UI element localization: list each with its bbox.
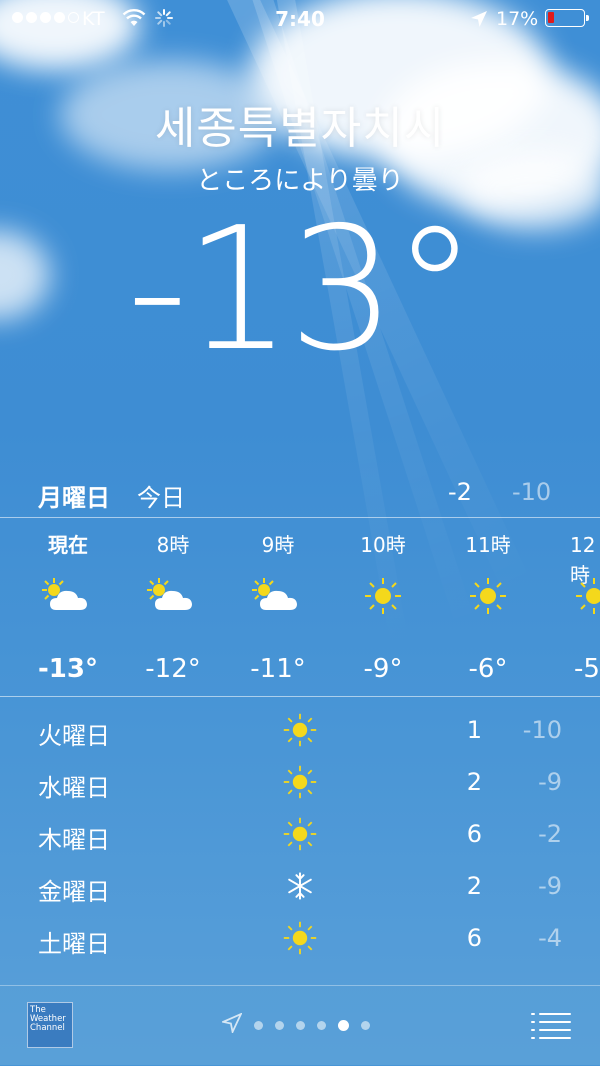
daily-high: 2	[466, 872, 482, 900]
hour-temp: -6°	[468, 654, 508, 684]
sun-icon	[433, 576, 543, 636]
daily-row: 木曜日 6 -2	[0, 810, 600, 862]
divider	[0, 696, 600, 697]
divider	[0, 517, 600, 518]
daily-day: 水曜日	[38, 774, 110, 802]
partly-cloudy-icon	[13, 576, 123, 636]
city-name: 세종특별자치시	[154, 103, 446, 154]
partly-cloudy-icon	[118, 576, 228, 636]
page-indicator[interactable]	[220, 1012, 370, 1037]
hour-label: 現在	[48, 533, 88, 557]
hour-temp: -12°	[145, 654, 201, 684]
sun-icon	[282, 920, 318, 962]
page-dot	[296, 1020, 305, 1030]
page-dot-active	[338, 1019, 349, 1031]
hour-temp: -9°	[363, 654, 403, 684]
sun-icon	[328, 576, 438, 636]
hour-temp: -5	[574, 654, 600, 684]
logo-text: The Weather Channel	[30, 1005, 66, 1033]
current-temperature: -13°	[126, 191, 478, 389]
sun-icon	[282, 712, 318, 754]
hour-item: 9時 -11°	[223, 530, 333, 684]
today-day: 月曜日	[38, 484, 110, 512]
hour-temp: -11°	[250, 654, 306, 684]
today-high: -2	[448, 478, 472, 506]
partly-cloudy-icon	[223, 576, 333, 636]
hour-label: 10時	[360, 533, 406, 557]
daily-low: -9	[538, 768, 562, 796]
status-bar: KT 7:40 17%	[0, 0, 600, 40]
bottom-toolbar: The Weather Channel	[0, 985, 600, 1066]
daily-low: -10	[522, 716, 562, 744]
daily-day: 金曜日	[38, 878, 110, 906]
hour-item: 8時 -12°	[118, 530, 228, 684]
daily-high: 1	[466, 716, 482, 744]
hour-label: 8時	[156, 533, 190, 557]
page-dot	[275, 1020, 284, 1030]
hour-temp: -13°	[38, 654, 98, 684]
daily-row: 土曜日 6 -4	[0, 914, 600, 966]
daily-day: 木曜日	[38, 826, 110, 854]
battery-icon	[545, 9, 589, 27]
hour-item: 現在 -13°	[13, 530, 123, 684]
hour-label: 9時	[261, 533, 295, 557]
weather-channel-logo[interactable]: The Weather Channel	[27, 1002, 73, 1048]
daily-high: 2	[466, 768, 482, 796]
today-summary-row: 月曜日 今日 -2 -10	[0, 474, 600, 514]
page-dot	[254, 1020, 263, 1030]
battery-percent: 17%	[496, 8, 539, 30]
daily-low: -9	[538, 872, 562, 900]
daily-low: -2	[538, 820, 562, 848]
snowflake-icon	[282, 868, 318, 910]
sun-icon	[282, 816, 318, 858]
hour-item: 12時 -5	[538, 530, 600, 684]
daily-high: 6	[466, 924, 482, 952]
location-arrow-icon	[220, 1012, 243, 1037]
hour-item: 10時 -9°	[328, 530, 438, 684]
sun-icon	[538, 576, 600, 636]
daily-day: 火曜日	[38, 722, 110, 750]
sun-icon	[282, 764, 318, 806]
hour-label: 12時	[570, 533, 596, 587]
location-arrow-icon	[470, 10, 488, 33]
hour-label: 11時	[465, 533, 511, 557]
daily-day: 土曜日	[38, 930, 110, 958]
page-dot	[361, 1020, 370, 1030]
city-list-icon[interactable]	[530, 1010, 572, 1044]
today-low: -10	[512, 478, 552, 506]
daily-row: 金曜日 2 -9	[0, 862, 600, 914]
hour-item: 11時 -6°	[433, 530, 543, 684]
today-label: 今日	[137, 484, 185, 512]
daily-low: -4	[538, 924, 562, 952]
daily-row: 水曜日 2 -9	[0, 758, 600, 810]
daily-high: 6	[466, 820, 482, 848]
daily-row: 火曜日 1 -10	[0, 706, 600, 758]
page-dot	[317, 1020, 326, 1030]
